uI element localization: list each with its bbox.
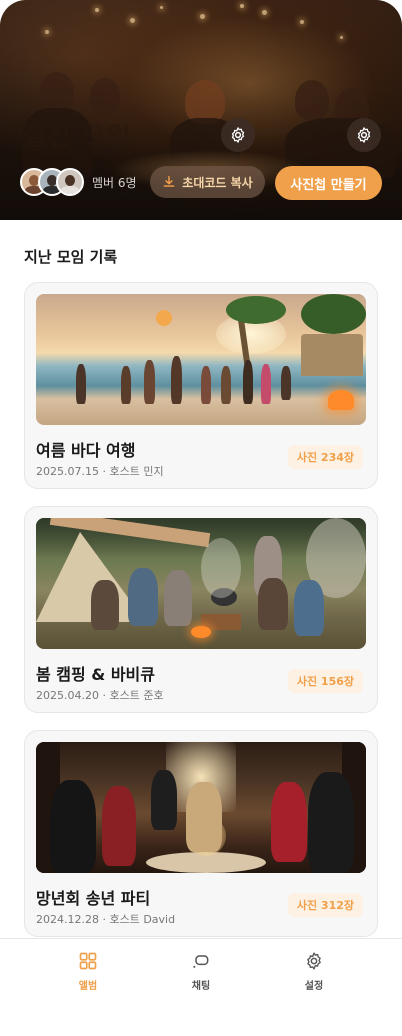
camp-person — [294, 580, 324, 636]
album-card[interactable]: 봄 캠핑 & 바비큐 2025.04.20 · 호스트 준호 사진 156장 — [24, 506, 378, 713]
album-title: 여름 바다 여행 — [36, 441, 136, 460]
gear-icon — [307, 952, 321, 970]
gear-icon — [231, 127, 245, 143]
album-cover-image — [36, 742, 366, 873]
member-avatars[interactable] — [20, 168, 86, 196]
invite-button-label: 초대코드 복사 — [182, 175, 253, 190]
album-card[interactable]: 망년회 송년 파티 2024.12.28 · 호스트 David 사진 312장 — [24, 730, 378, 937]
party-person — [102, 786, 136, 866]
party-person — [151, 770, 177, 830]
beach-person — [201, 366, 211, 404]
album-title: 봄 캠핑 & 바비큐 — [36, 665, 155, 684]
campfire — [191, 626, 211, 638]
smoke — [201, 538, 241, 598]
nav-item-chat[interactable]: 채팅 — [161, 951, 241, 992]
beach-person — [171, 356, 182, 404]
nav-item-settings[interactable]: 설정 — [274, 951, 354, 992]
beach-person — [243, 360, 253, 404]
album-meta: 2024.12.28 · 호스트 David — [36, 913, 176, 926]
bottom-nav: 앨범 채팅 설정 — [0, 938, 402, 1036]
group-title: 절친 모임 — [22, 122, 132, 152]
beach-person — [121, 366, 131, 404]
palm-leaves — [226, 296, 286, 324]
album-cover-image — [36, 518, 366, 649]
nav-label-album: 앨범 — [78, 981, 98, 992]
photo-settings-button[interactable] — [221, 118, 255, 152]
beach-person — [261, 364, 271, 404]
album-card[interactable]: 여름 바다 여행 2025.07.15 · 호스트 민지 사진 234장 — [24, 282, 378, 489]
photo-count-badge: 사진 312장 — [287, 893, 363, 917]
beach-ball — [156, 310, 172, 326]
beach-person — [144, 360, 155, 404]
photo-count-badge: 사진 156장 — [287, 669, 363, 693]
party-person — [186, 782, 222, 852]
nav-label-chat: 채팅 — [191, 981, 211, 992]
group-settings-button[interactable] — [347, 118, 381, 152]
gear-icon — [357, 127, 371, 143]
camp-person — [164, 570, 192, 626]
copy-invite-code-button[interactable]: 초대코드 복사 — [150, 166, 265, 198]
create-album-button[interactable]: 사진첩 만들기 — [275, 166, 382, 200]
party-person — [50, 780, 96, 873]
section-title: 지난 모임 기록 — [24, 248, 118, 266]
camp-person — [91, 580, 119, 630]
album-cover-image — [36, 294, 366, 425]
nav-label-settings: 설정 — [304, 981, 324, 992]
album-meta: 2025.04.20 · 호스트 준호 — [36, 689, 164, 702]
photo-count-badge: 사진 234장 — [287, 445, 363, 469]
beach-person — [76, 364, 86, 404]
beach-person — [221, 366, 231, 404]
party-person — [271, 782, 307, 862]
beach-person — [281, 366, 291, 400]
chat-icon — [193, 955, 209, 968]
member-count: 멤버 6명 — [92, 176, 137, 190]
beach-hut — [301, 334, 363, 376]
group-hero-banner: 절친 모임 멤버 6명 초대코드 복사 사진첩 만들기 — [0, 0, 402, 220]
palm-leaves — [301, 294, 366, 334]
avatar — [56, 168, 84, 196]
party-person — [308, 772, 354, 873]
camp-person — [128, 568, 158, 626]
download-icon — [163, 176, 175, 187]
album-meta: 2025.07.15 · 호스트 민지 — [36, 465, 164, 478]
grid-icon — [79, 952, 97, 970]
bonfire — [328, 390, 354, 410]
camp-person — [258, 578, 288, 630]
album-title: 망년회 송년 파티 — [36, 889, 151, 908]
nav-item-album[interactable]: 앨범 — [48, 951, 128, 992]
